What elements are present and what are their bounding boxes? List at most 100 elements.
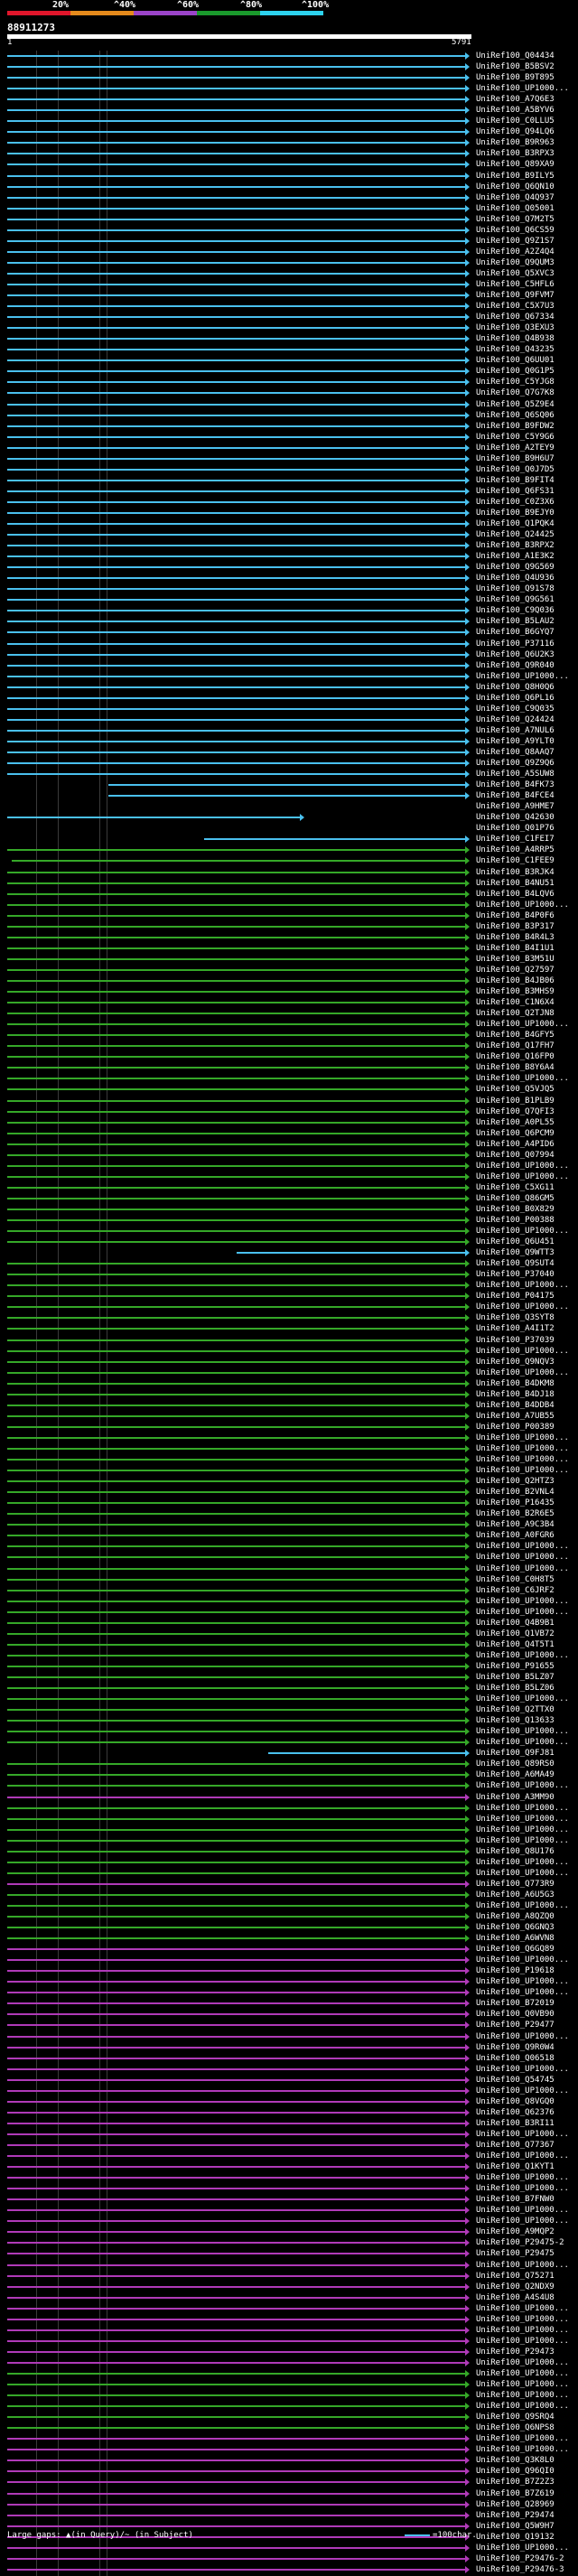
hit-label-link[interactable]: UniRef100_Q2HTZ3 — [476, 1477, 555, 1486]
hit-label-link[interactable]: UniRef100_P91655 — [476, 1662, 555, 1671]
hit-label-link[interactable]: UniRef100_Q3EXU3 — [476, 323, 555, 332]
hit-label-link[interactable]: UniRef100_P00388 — [476, 1216, 555, 1225]
hit-label-link[interactable]: UniRef100_UP1000... — [476, 1727, 569, 1736]
hit-label-link[interactable]: UniRef100_UP1000... — [476, 1836, 569, 1845]
hit-label-link[interactable]: UniRef100_UP1000... — [476, 1597, 569, 1606]
hit-label-link[interactable]: UniRef100_UP1000... — [476, 2402, 569, 2411]
hit-label-link[interactable]: UniRef100_A7UB55 — [476, 1412, 555, 1421]
hit-label-link[interactable]: UniRef100_A4PID6 — [476, 1140, 555, 1149]
hit-label-link[interactable]: UniRef100_B3RI11 — [476, 2119, 555, 2128]
hit-label-link[interactable]: UniRef100_UP1000... — [476, 84, 569, 93]
hit-label-link[interactable]: UniRef100_UP1000... — [476, 2261, 569, 2270]
hit-label-link[interactable]: UniRef100_Q1VB72 — [476, 1629, 555, 1638]
hit-label-link[interactable]: UniRef100_A5BYV6 — [476, 106, 555, 115]
hit-label-link[interactable]: UniRef100_C0Z3X6 — [476, 498, 555, 507]
hit-label-link[interactable]: UniRef100_A9MQP2 — [476, 2227, 555, 2236]
hit-label-link[interactable]: UniRef100_Q24424 — [476, 715, 555, 724]
hit-label-link[interactable]: UniRef100_Q4T5T1 — [476, 1640, 555, 1649]
hit-label-link[interactable]: UniRef100_B72019 — [476, 1999, 555, 2008]
hit-label-link[interactable]: UniRef100_UP1000... — [476, 2326, 569, 2335]
hit-label-link[interactable]: UniRef100_Q62376 — [476, 2108, 555, 2117]
hit-label-link[interactable]: UniRef100_B0X829 — [476, 1205, 555, 1214]
hit-label-link[interactable]: UniRef100_A0PL55 — [476, 1118, 555, 1127]
hit-label-link[interactable]: UniRef100_Q16FP0 — [476, 1052, 555, 1061]
hit-label-link[interactable]: UniRef100_Q13633 — [476, 1716, 555, 1725]
hit-label-link[interactable]: UniRef100_Q43235 — [476, 345, 555, 354]
hit-label-link[interactable]: UniRef100_UP1000... — [476, 1466, 569, 1475]
hit-label-link[interactable]: UniRef100_A9HME7 — [476, 802, 555, 811]
hit-label-link[interactable]: UniRef100_B1PLB9 — [476, 1097, 555, 1106]
hit-label-link[interactable]: UniRef100_Q3K8L0 — [476, 2456, 555, 2465]
hit-label-link[interactable]: UniRef100_Q6CS59 — [476, 226, 555, 235]
hit-label-link[interactable]: UniRef100_Q6U451 — [476, 1237, 555, 1246]
hit-label-link[interactable]: UniRef100_Q3SYT8 — [476, 1313, 555, 1322]
hit-label-link[interactable]: UniRef100_Q0VB90 — [476, 2010, 555, 2019]
hit-label-link[interactable]: UniRef100_Q24425 — [476, 530, 555, 539]
hit-label-link[interactable]: UniRef100_Q91S78 — [476, 584, 555, 593]
hit-label-link[interactable]: UniRef100_A9C3B4 — [476, 1520, 555, 1529]
hit-label-link[interactable]: UniRef100_Q9G569 — [476, 563, 555, 572]
hit-label-link[interactable]: UniRef100_Q6SQ06 — [476, 411, 555, 420]
hit-label-link[interactable]: UniRef100_B6GYQ7 — [476, 628, 555, 637]
hit-label-link[interactable]: UniRef100_Q0G1P5 — [476, 367, 555, 376]
hit-label-link[interactable]: UniRef100_UP1000... — [476, 1825, 569, 1834]
hit-label-link[interactable]: UniRef100_UP1000... — [476, 1433, 569, 1442]
hit-label-link[interactable]: UniRef100_Q6PCM9 — [476, 1129, 555, 1138]
hit-label-link[interactable]: UniRef100_B4DKM8 — [476, 1379, 555, 1388]
hit-label-link[interactable]: UniRef100_B5LZ07 — [476, 1673, 555, 1682]
hit-label-link[interactable]: UniRef100_Q7M2T5 — [476, 215, 555, 224]
hit-label-link[interactable]: UniRef100_UP1000... — [476, 2304, 569, 2313]
hit-label-link[interactable]: UniRef100_P04175 — [476, 1292, 555, 1301]
hit-label-link[interactable]: UniRef100_UP1000... — [476, 1781, 569, 1790]
hit-label-link[interactable]: UniRef100_UP1000... — [476, 1227, 569, 1236]
hit-label-link[interactable]: UniRef100_UP1000... — [476, 2173, 569, 2182]
hit-label-link[interactable]: UniRef100_UP1000... — [476, 2151, 569, 2161]
hit-label-link[interactable]: UniRef100_UP1000... — [476, 2206, 569, 2215]
hit-label-link[interactable]: UniRef100_A2TEY9 — [476, 443, 555, 453]
hit-label-link[interactable]: UniRef100_UP1000... — [476, 1455, 569, 1464]
hit-label-link[interactable]: UniRef100_A8QZQ0 — [476, 1912, 555, 1921]
hit-label-link[interactable]: UniRef100_UP1000... — [476, 2217, 569, 2226]
hit-label-link[interactable]: UniRef100_Q9QUM3 — [476, 258, 555, 267]
hit-label-link[interactable]: UniRef100_C5HFL6 — [476, 280, 555, 289]
hit-label-link[interactable]: UniRef100_Q8H0Q6 — [476, 683, 555, 692]
hit-label-link[interactable]: UniRef100_UP1000... — [476, 1564, 569, 1573]
hit-label-link[interactable]: UniRef100_UP1000... — [476, 1977, 569, 1986]
hit-label-link[interactable]: UniRef100_C5Y9G6 — [476, 433, 555, 442]
hit-label-link[interactable]: UniRef100_UP1000... — [476, 1738, 569, 1747]
hit-label-link[interactable]: UniRef100_UP1000... — [476, 1542, 569, 1551]
hit-label-link[interactable]: UniRef100_C0H8T5 — [476, 1575, 555, 1584]
hit-label-link[interactable]: UniRef100_A1E3K2 — [476, 552, 555, 561]
hit-label-link[interactable]: UniRef100_UP1000... — [476, 1553, 569, 1562]
hit-label-link[interactable]: UniRef100_Q9R0W4 — [476, 2043, 555, 2052]
hit-label-link[interactable]: UniRef100_P29475 — [476, 2249, 555, 2258]
hit-label-link[interactable]: UniRef100_B4I1U1 — [476, 944, 555, 953]
hit-label-link[interactable]: UniRef100_Q2NDX9 — [476, 2282, 555, 2291]
hit-label-link[interactable]: UniRef100_Q05001 — [476, 204, 555, 213]
hit-label-link[interactable]: UniRef100_UP1000... — [476, 2358, 569, 2367]
hit-label-link[interactable]: UniRef100_Q6PL16 — [476, 694, 555, 703]
hit-label-link[interactable]: UniRef100_Q773R9 — [476, 1880, 555, 1889]
hit-label-link[interactable]: UniRef100_Q89RS0 — [476, 1759, 555, 1769]
hit-label-link[interactable]: UniRef100_UP1000... — [476, 2434, 569, 2443]
hit-label-link[interactable]: UniRef100_UP1000... — [476, 1172, 569, 1181]
hit-label-link[interactable]: UniRef100_UP1000... — [476, 901, 569, 910]
hit-label-link[interactable]: UniRef100_Q07994 — [476, 1151, 555, 1160]
hit-label-link[interactable]: UniRef100_A7Q6E3 — [476, 95, 555, 104]
hit-label-link[interactable]: UniRef100_UP1000... — [476, 1281, 569, 1290]
hit-label-link[interactable]: UniRef100_Q9Z1S7 — [476, 237, 555, 246]
hit-label-link[interactable]: UniRef100_Q77367 — [476, 2141, 555, 2150]
hit-label-link[interactable]: UniRef100_Q9FVM7 — [476, 291, 555, 300]
hit-label-link[interactable]: UniRef100_C5YJG8 — [476, 378, 555, 387]
hit-label-link[interactable]: UniRef100_A6MA49 — [476, 1770, 555, 1779]
hit-label-link[interactable]: UniRef100_UP1000... — [476, 1955, 569, 1965]
hit-label-link[interactable]: UniRef100_B5LAU2 — [476, 617, 555, 626]
hit-label-link[interactable]: UniRef100_B3RJK4 — [476, 868, 555, 877]
hit-label-link[interactable]: UniRef100_Q89XA9 — [476, 160, 555, 169]
hit-label-link[interactable]: UniRef100_Q0J7D5 — [476, 465, 555, 474]
hit-label-link[interactable]: UniRef100_UP1000... — [476, 1444, 569, 1453]
hit-label-link[interactable]: UniRef100_P16435 — [476, 1498, 555, 1507]
hit-label-link[interactable]: UniRef100_UP1000... — [476, 1347, 569, 1356]
hit-label-link[interactable]: UniRef100_UP1000... — [476, 1804, 569, 1813]
hit-label-link[interactable]: UniRef100_C1N6X4 — [476, 998, 555, 1007]
